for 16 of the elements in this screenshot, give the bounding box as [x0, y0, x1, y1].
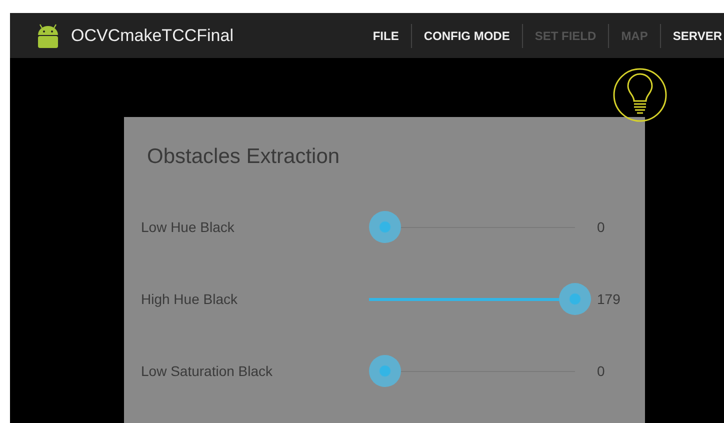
menu-item[interactable]: SERVER — [660, 28, 724, 42]
dialog-title: Obstacles Extraction — [146, 144, 341, 170]
slider-value: 179 — [597, 291, 620, 307]
app-title: OCVCmakeTCCFinal — [71, 26, 234, 46]
slider-value: 0 — [597, 363, 605, 379]
menu-item[interactable]: FILE — [360, 28, 411, 42]
slider-value: 0 — [597, 219, 605, 235]
menu-item[interactable]: CONFIG MODE — [412, 28, 522, 42]
light-bulb-icon[interactable] — [612, 67, 668, 123]
slider-label: Low Hue Black — [140, 219, 236, 235]
slider-thumb[interactable] — [369, 355, 401, 387]
android-robot-icon — [35, 24, 61, 48]
slider-label: High Hue Black — [140, 291, 238, 307]
slider-thumb[interactable] — [559, 283, 591, 315]
slider-thumb[interactable] — [369, 211, 401, 243]
slider-label: Low Saturation Black — [140, 363, 274, 379]
